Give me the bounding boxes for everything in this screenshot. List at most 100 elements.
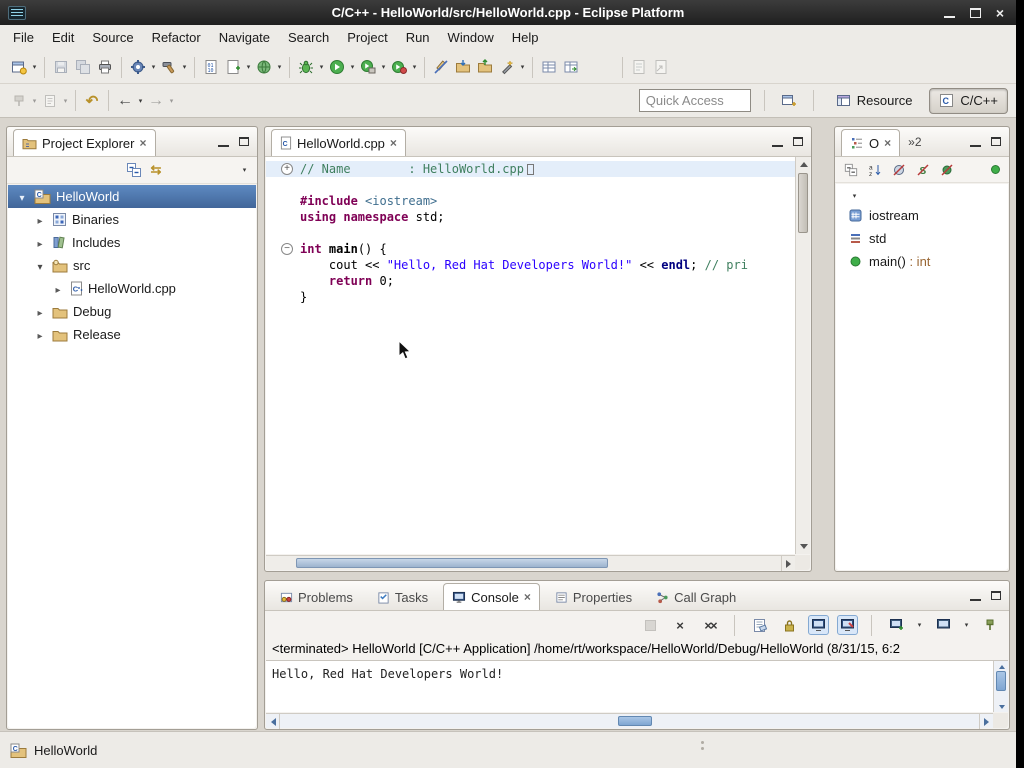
new-wizard-dropdown-icon[interactable] [30, 63, 39, 71]
scrollbar-thumb[interactable] [618, 716, 652, 726]
pin-console-icon[interactable] [979, 612, 1001, 638]
tree-item-binaries[interactable]: Binaries [8, 208, 256, 231]
tree-item-includes[interactable]: Includes [8, 231, 256, 254]
tab-helloworld-cpp[interactable]: C HelloWorld.cpp × [271, 129, 406, 156]
outline-item-std[interactable]: std [836, 227, 1008, 250]
close-icon[interactable]: × [139, 137, 146, 149]
save-icon[interactable] [50, 54, 72, 80]
display-console-dropdown-icon[interactable] [962, 621, 971, 629]
external-tools-icon[interactable] [357, 54, 379, 80]
window-menu-icon[interactable] [8, 6, 26, 20]
show-console-stderr-icon[interactable] [837, 615, 858, 635]
more-views-indicator[interactable]: »2 [908, 135, 921, 149]
maximize-view-icon[interactable] [793, 137, 803, 146]
chevron-right-icon[interactable] [34, 235, 46, 250]
menu-run[interactable]: Run [397, 25, 439, 51]
sort-az-icon[interactable]: az [868, 163, 882, 177]
open-console-dropdown-icon[interactable] [915, 621, 924, 629]
folder-in-icon[interactable] [452, 54, 474, 80]
menu-navigate[interactable]: Navigate [210, 25, 279, 51]
code-line[interactable] [266, 225, 795, 241]
perspective-resource-button[interactable]: Resource [827, 88, 922, 114]
statusbar-grip[interactable] [700, 741, 704, 755]
save-all-icon[interactable] [72, 54, 94, 80]
new-file-icon[interactable] [222, 54, 244, 80]
scroll-up-icon[interactable] [796, 157, 811, 171]
maximize-window-icon[interactable] [970, 8, 981, 18]
run-dropdown-icon[interactable] [348, 63, 357, 71]
table-icon[interactable] [538, 54, 560, 80]
console-vertical-scrollbar[interactable] [993, 661, 1008, 712]
gray-doc-icon[interactable] [39, 88, 61, 114]
pencil-slash-icon[interactable] [430, 54, 452, 80]
collapse-all-icon[interactable] [123, 157, 145, 183]
fold-expand-icon[interactable] [281, 163, 293, 175]
profile-icon[interactable] [388, 54, 410, 80]
remove-launch-icon[interactable]: × [669, 612, 691, 638]
code-line[interactable] [266, 177, 795, 193]
close-window-icon[interactable]: × [996, 8, 1004, 18]
chevron-right-icon[interactable] [34, 327, 46, 342]
scroll-right-icon[interactable] [979, 714, 993, 729]
scrollbar-thumb[interactable] [798, 173, 808, 233]
editor-horizontal-scrollbar[interactable] [266, 555, 795, 570]
chevron-down-icon[interactable] [850, 192, 859, 200]
binary-file-icon[interactable]: 0110 [200, 54, 222, 80]
editor-content[interactable]: // Name : HelloWorld.cpp #include <iostr… [266, 157, 795, 554]
hide-non-public-icon[interactable] [940, 163, 954, 177]
menu-help[interactable]: Help [503, 25, 548, 51]
new-wizard-icon[interactable] [8, 54, 30, 80]
code-line[interactable]: #include <iostream> [266, 193, 795, 209]
fold-collapse-icon[interactable] [281, 243, 293, 255]
forward-arrow-icon[interactable]: → [145, 88, 167, 114]
bug-icon[interactable] [295, 54, 317, 80]
console-horizontal-scrollbar[interactable] [266, 713, 993, 728]
close-icon[interactable]: × [884, 137, 891, 149]
menu-project[interactable]: Project [338, 25, 396, 51]
close-icon[interactable]: × [390, 137, 397, 149]
tree-item-src[interactable]: src [8, 254, 256, 277]
forward-dropdown-icon[interactable] [167, 97, 176, 105]
link-with-editor-icon[interactable]: ⇆ [145, 157, 167, 183]
console-output[interactable]: Hello, Red Hat Developers World! [266, 661, 993, 712]
back-arrow-icon[interactable]: ← [114, 88, 136, 114]
faded-doc-icon[interactable] [628, 54, 650, 80]
show-console-stdout-icon[interactable] [808, 615, 829, 635]
code-line[interactable]: return 0; [266, 273, 795, 289]
chevron-down-icon[interactable] [34, 258, 46, 273]
scroll-up-icon[interactable] [994, 661, 1009, 671]
outline-item-main[interactable]: main() : int [836, 250, 1008, 273]
pin-editor-icon[interactable] [8, 88, 30, 114]
print-icon[interactable] [94, 54, 116, 80]
open-perspective-icon[interactable] [778, 88, 800, 114]
tree-item-project[interactable]: C HelloWorld [8, 185, 256, 208]
open-console-icon[interactable] [885, 612, 907, 638]
new-file-dropdown-icon[interactable] [244, 63, 253, 71]
hide-static-icon[interactable]: S [916, 163, 930, 177]
hammer-dropdown-icon[interactable] [180, 63, 189, 71]
wand-icon[interactable] [496, 54, 518, 80]
wand-dropdown-icon[interactable] [518, 63, 527, 71]
maximize-view-icon[interactable] [991, 591, 1001, 600]
back-dropdown-icon[interactable] [136, 97, 145, 105]
blue-gear-dropdown-icon[interactable] [149, 63, 158, 71]
maximize-view-icon[interactable] [991, 137, 1001, 146]
blue-gear-icon[interactable] [127, 54, 149, 80]
minimize-view-icon[interactable] [970, 137, 981, 147]
bug-dropdown-icon[interactable] [317, 63, 326, 71]
hammer-icon[interactable] [158, 54, 180, 80]
minimize-view-icon[interactable] [218, 137, 229, 147]
menu-search[interactable]: Search [279, 25, 338, 51]
scroll-down-icon[interactable] [994, 702, 1009, 712]
scroll-right-icon[interactable] [781, 556, 795, 571]
collapse-all-icon[interactable] [844, 163, 858, 177]
menu-source[interactable]: Source [83, 25, 142, 51]
maximize-view-icon[interactable] [239, 137, 249, 146]
table-arrow-icon[interactable] [560, 54, 582, 80]
code-line[interactable]: using namespace std; [266, 209, 795, 225]
chevron-right-icon[interactable] [52, 281, 64, 296]
remove-all-launches-icon[interactable]: ×× [699, 612, 721, 638]
tab-call-graph[interactable]: Call Graph [647, 583, 745, 610]
menu-file[interactable]: File [4, 25, 43, 51]
folded-region-box[interactable] [527, 164, 534, 175]
